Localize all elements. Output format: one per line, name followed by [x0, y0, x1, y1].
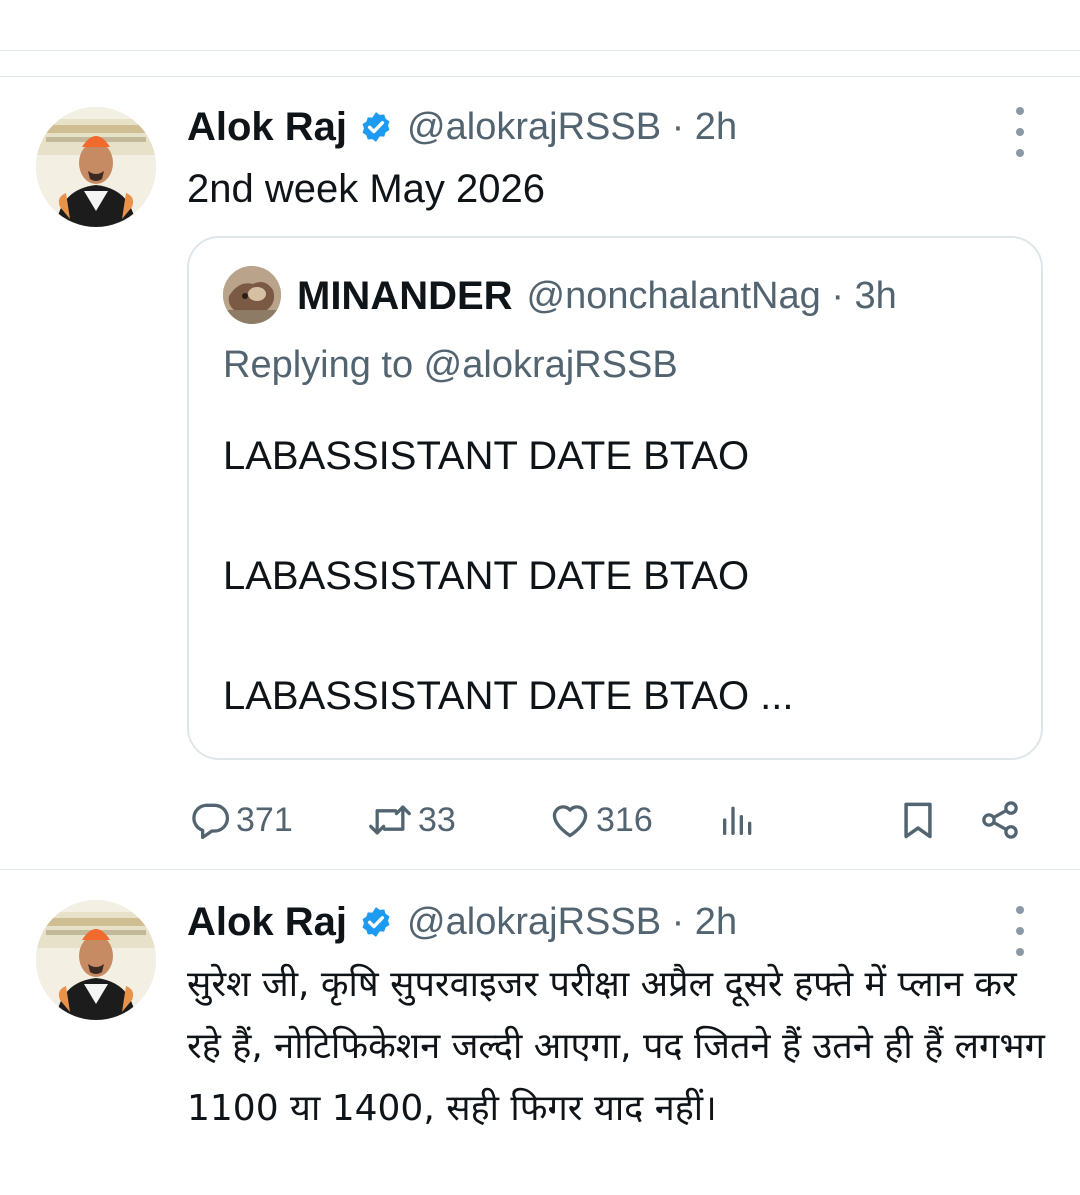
reply-count: 371	[236, 800, 293, 839]
like-count: 316	[596, 800, 653, 839]
repost-button[interactable]: 33	[366, 790, 456, 850]
more-icon[interactable]	[1008, 107, 1032, 157]
replying-to: Replying to @alokrajRSSB	[223, 344, 678, 386]
like-button[interactable]: 316	[548, 790, 653, 850]
bookmark-icon	[904, 802, 932, 839]
verified-badge-icon	[359, 110, 393, 144]
quoted-text-line: LABASSISTANT DATE BTAO	[223, 434, 750, 478]
avatar-image	[36, 107, 156, 227]
author-handle-time[interactable]: @alokrajRSSB · 2h	[407, 901, 737, 944]
author-name[interactable]: Alok Raj	[187, 900, 347, 945]
more-icon[interactable]	[1008, 906, 1032, 956]
quoted-text-line: LABASSISTANT DATE BTAO	[223, 554, 750, 598]
repost-count: 33	[418, 800, 456, 839]
avatar-image	[36, 900, 156, 1020]
tweet-header: Alok Raj @alokrajRSSB · 2h	[187, 896, 737, 948]
quoted-avatar-image	[223, 266, 281, 324]
tweet-2[interactable]: Alok Raj @alokrajRSSB · 2h सुरेश जी, कृष…	[0, 870, 1080, 1195]
tweet-text: 2nd week May 2026	[187, 167, 546, 211]
verified-badge-icon	[359, 905, 393, 939]
like-icon	[552, 805, 588, 838]
quoted-handle-time[interactable]: @nonchalantNag · 3h	[527, 275, 897, 318]
reply-button[interactable]: 371	[188, 790, 293, 850]
quoted-avatar[interactable]	[223, 266, 281, 324]
repost-icon	[369, 805, 411, 835]
reply-icon	[192, 803, 230, 840]
avatar[interactable]	[36, 107, 156, 227]
share-icon	[982, 801, 1018, 839]
bookmark-button[interactable]	[896, 790, 940, 850]
quoted-tweet[interactable]: MINANDER @nonchalantNag · 3h Replying to…	[187, 236, 1043, 760]
author-name[interactable]: Alok Raj	[187, 105, 347, 150]
author-handle-time[interactable]: @alokrajRSSB · 2h	[407, 106, 737, 149]
views-button[interactable]	[718, 790, 758, 850]
quoted-header: MINANDER @nonchalantNag · 3h	[297, 270, 897, 322]
avatar[interactable]	[36, 900, 156, 1020]
tweet-1[interactable]: Alok Raj @alokrajRSSB · 2h 2nd week May …	[0, 0, 1080, 870]
share-button[interactable]	[978, 790, 1022, 850]
tweet-text: सुरेश जी, कृषि सुपरवाइजर परीक्षा अप्रैल …	[187, 964, 1045, 1129]
tweet-actions: 371 33 316	[0, 790, 1080, 850]
quoted-author-name[interactable]: MINANDER	[297, 274, 513, 319]
tweet-header: Alok Raj @alokrajRSSB · 2h	[187, 101, 737, 153]
views-icon	[723, 806, 752, 835]
quoted-text-line: LABASSISTANT DATE BTAO ...	[223, 674, 794, 718]
